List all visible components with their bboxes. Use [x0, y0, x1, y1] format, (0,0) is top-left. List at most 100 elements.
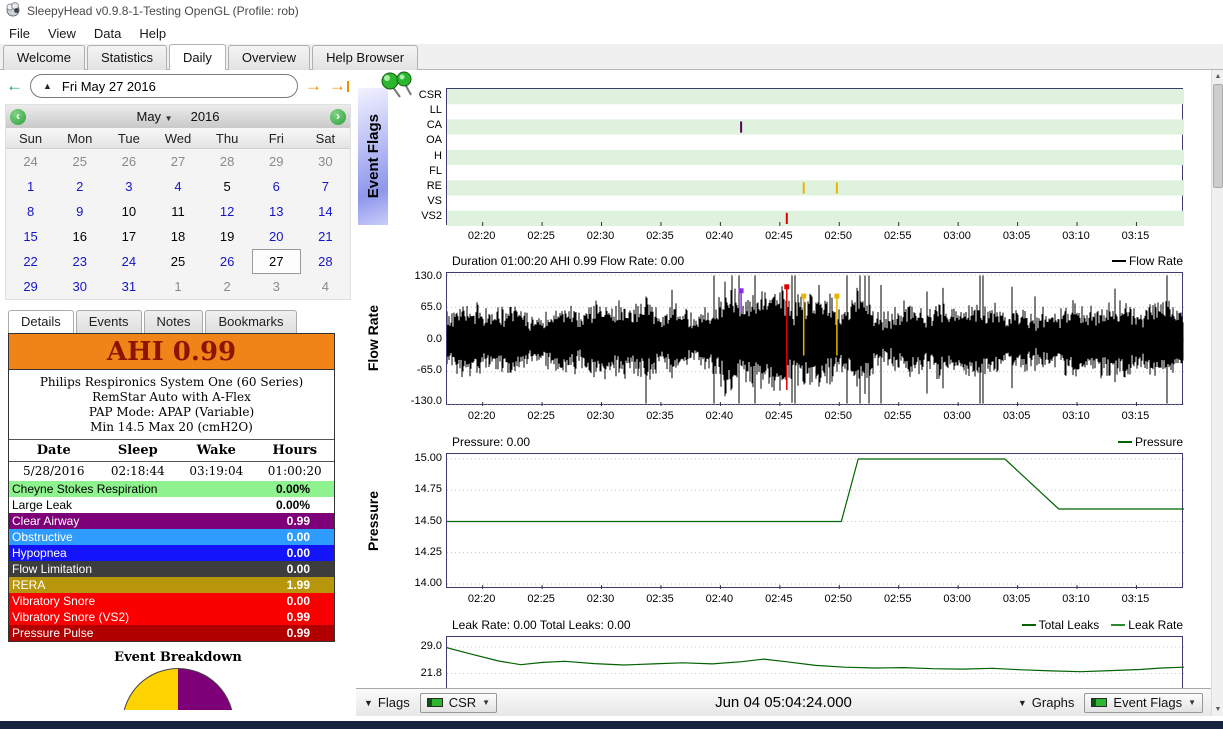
- calendar-day[interactable]: 2: [55, 174, 104, 199]
- scrollbar-thumb[interactable]: [1213, 84, 1223, 188]
- pressure-graph-title-strip[interactable]: Pressure: [358, 453, 388, 588]
- x-tick-label: 02:45: [759, 593, 799, 605]
- calendar-day[interactable]: 24: [104, 249, 153, 274]
- date-combo[interactable]: ▲ Fri May 27 2016: [30, 74, 298, 98]
- flow-rate-plot[interactable]: [446, 272, 1183, 405]
- detail-tab-bookmarks[interactable]: Bookmarks: [205, 310, 296, 333]
- calendar-day[interactable]: 25: [153, 249, 202, 274]
- prev-month-button[interactable]: ‹: [10, 109, 26, 125]
- calendar-day[interactable]: 10: [104, 199, 153, 224]
- y-tick-label: CA: [388, 119, 442, 131]
- tab-daily[interactable]: Daily: [169, 44, 226, 70]
- calendar-day[interactable]: 28: [301, 249, 350, 274]
- menu-file[interactable]: File: [0, 24, 39, 43]
- flags-type-select[interactable]: CSR ▼: [420, 693, 497, 713]
- calendar-day[interactable]: 26: [104, 149, 153, 174]
- menu-help[interactable]: Help: [130, 24, 175, 43]
- calendar-day[interactable]: 15: [6, 224, 55, 249]
- window-title: SleepyHead v0.9.8-1-Testing OpenGL (Prof…: [27, 4, 299, 18]
- vertical-scrollbar[interactable]: ▲ ▼: [1211, 70, 1223, 716]
- event-breakdown-pie-wrap: [0, 668, 356, 710]
- flags-toggle-label: Flags: [378, 695, 410, 710]
- graphs-type-select[interactable]: Event Flags ▼: [1084, 693, 1203, 713]
- calendar-day[interactable]: 21: [301, 224, 350, 249]
- leak-rate-plot[interactable]: [446, 636, 1183, 688]
- calendar-day[interactable]: 30: [55, 274, 104, 299]
- calendar-day[interactable]: 26: [203, 249, 252, 274]
- calendar-day[interactable]: 28: [203, 149, 252, 174]
- detail-tabbar: DetailsEventsNotesBookmarks: [8, 309, 356, 333]
- detail-tab-events[interactable]: Events: [76, 310, 142, 333]
- calendar-day[interactable]: 1: [153, 274, 202, 299]
- calendar-day[interactable]: 12: [203, 199, 252, 224]
- next-day-button[interactable]: →: [305, 76, 322, 96]
- menu-data[interactable]: Data: [85, 24, 130, 43]
- year-label[interactable]: 2016: [191, 109, 220, 124]
- chevron-down-icon: ▼: [482, 698, 490, 707]
- event-flags-graph-title-strip[interactable]: Event Flags: [358, 88, 388, 225]
- calendar-day[interactable]: 23: [55, 249, 104, 274]
- calendar-day[interactable]: 29: [252, 149, 301, 174]
- event-flags-plot[interactable]: [446, 88, 1183, 225]
- x-tick-label: 03:00: [937, 230, 977, 242]
- calendar-day[interactable]: 27: [252, 249, 301, 274]
- prev-day-button[interactable]: ←: [6, 76, 23, 96]
- detail-tab-notes[interactable]: Notes: [144, 310, 204, 333]
- pressure-plot[interactable]: [446, 453, 1183, 588]
- graphs-dropdown-toggle[interactable]: ▼ Graphs: [1018, 695, 1075, 710]
- scroll-down-icon[interactable]: ▼: [1212, 703, 1223, 716]
- x-tick-label: 02:55: [878, 410, 918, 422]
- calendar-day[interactable]: 14: [301, 199, 350, 224]
- calendar-day[interactable]: 31: [104, 274, 153, 299]
- tab-help-browser[interactable]: Help Browser: [312, 45, 418, 70]
- y-tick-label: OA: [388, 134, 442, 146]
- calendar-day[interactable]: 22: [6, 249, 55, 274]
- leak-rate-graph-title-strip[interactable]: Leak Rate: [358, 636, 388, 688]
- calendar-day[interactable]: 24: [6, 149, 55, 174]
- calendar-day[interactable]: 3: [252, 274, 301, 299]
- tab-overview[interactable]: Overview: [228, 45, 310, 70]
- calendar-day[interactable]: 8: [6, 199, 55, 224]
- calendar-day[interactable]: 4: [153, 174, 202, 199]
- calendar-day[interactable]: 16: [55, 224, 104, 249]
- pin-icon[interactable]: [378, 70, 418, 105]
- calendar-day[interactable]: 6: [252, 174, 301, 199]
- latest-day-button[interactable]: →: [329, 76, 349, 96]
- detail-tab-details[interactable]: Details: [8, 310, 74, 333]
- month-select[interactable]: May ▼: [136, 109, 172, 124]
- titlebar: SleepyHead v0.9.8-1-Testing OpenGL (Prof…: [0, 0, 1223, 22]
- calendar-day[interactable]: 25: [55, 149, 104, 174]
- calendar-day[interactable]: 27: [153, 149, 202, 174]
- y-tick-label: 0.0: [388, 333, 442, 345]
- calendar-day[interactable]: 3: [104, 174, 153, 199]
- flow-rate-graph-title-strip[interactable]: Flow Rate: [358, 272, 388, 405]
- calendar-day[interactable]: 11: [153, 199, 202, 224]
- x-tick-label: 03:10: [1056, 230, 1096, 242]
- calendar-day[interactable]: 7: [301, 174, 350, 199]
- scroll-up-icon[interactable]: ▲: [1212, 70, 1223, 83]
- calendar-day[interactable]: 13: [252, 199, 301, 224]
- menu-view[interactable]: View: [39, 24, 85, 43]
- tab-welcome[interactable]: Welcome: [3, 45, 85, 70]
- calendar-day[interactable]: 18: [153, 224, 202, 249]
- calendar-day[interactable]: 19: [203, 224, 252, 249]
- legend-item: Pressure: [1118, 435, 1183, 449]
- calendar-day[interactable]: 1: [6, 174, 55, 199]
- calendar-day[interactable]: 29: [6, 274, 55, 299]
- calendar-day[interactable]: 20: [252, 224, 301, 249]
- calendar-day[interactable]: 9: [55, 199, 104, 224]
- calendar-day[interactable]: 4: [301, 274, 350, 299]
- flags-dropdown-toggle[interactable]: ▼ Flags: [364, 695, 410, 710]
- next-month-button[interactable]: ›: [330, 109, 346, 125]
- stat-value: 0.00%: [276, 482, 310, 496]
- session-value: 5/28/2016: [9, 462, 99, 482]
- tab-statistics[interactable]: Statistics: [87, 45, 167, 70]
- legend-dash-icon: [1022, 624, 1036, 626]
- calendar-day[interactable]: 5: [203, 174, 252, 199]
- graph-color-swatch: [1091, 698, 1107, 707]
- calendar-day[interactable]: 17: [104, 224, 153, 249]
- calendar-day[interactable]: 2: [203, 274, 252, 299]
- calendar-day[interactable]: 30: [301, 149, 350, 174]
- stat-row: Vibratory Snore0.00: [9, 593, 334, 609]
- legend-label: Pressure: [1135, 435, 1183, 449]
